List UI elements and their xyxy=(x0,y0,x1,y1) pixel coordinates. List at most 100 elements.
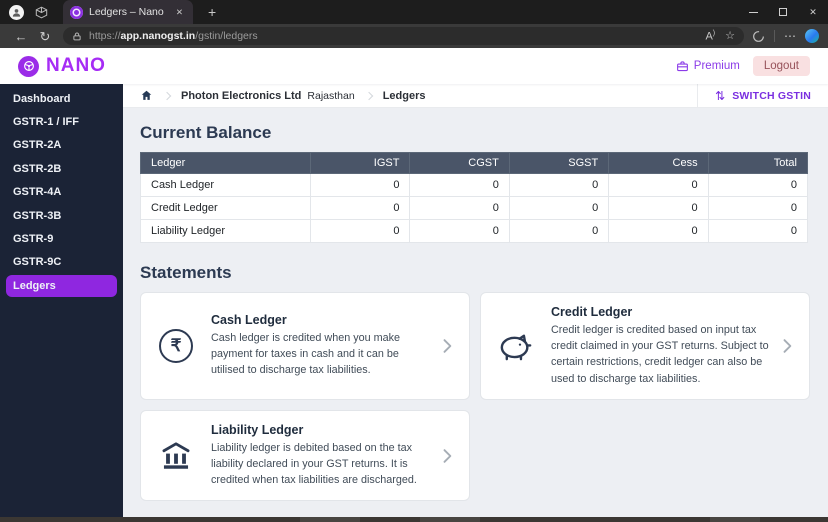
site-favicon-icon xyxy=(70,5,83,19)
sidebar-item-dashboard[interactable]: Dashboard xyxy=(0,87,123,110)
statement-cards: ₹ Cash Ledger Cash ledger is credited wh… xyxy=(140,292,810,502)
url-path: /gstin/ledgers xyxy=(195,30,258,42)
sidebar: Dashboard GSTR-1 / IFF GSTR-2A GSTR-2B G… xyxy=(0,84,123,517)
rupee-circle-icon: ₹ xyxy=(155,328,197,363)
content-area: Photon Electronics Ltd Rajasthan Ledgers… xyxy=(123,84,828,517)
switch-gstin-button[interactable]: ⇅ SWITCH GSTIN xyxy=(697,84,828,107)
liability-ledger-card[interactable]: Liability Ledger Liability ledger is deb… xyxy=(140,409,470,502)
table-header-row: Ledger IGST CGST SGST Cess Total xyxy=(139,152,809,174)
cell-sgst: 0 xyxy=(508,173,610,197)
sidebar-item-gstr4a[interactable]: GSTR-4A xyxy=(0,181,123,204)
cell-cess: 0 xyxy=(608,173,709,197)
taskbar-segment xyxy=(300,517,360,522)
premium-link[interactable]: Premium xyxy=(676,60,740,73)
card-title: Cash Ledger xyxy=(211,313,287,328)
cell-cess: 0 xyxy=(608,219,709,243)
logout-button[interactable]: Logout xyxy=(752,56,810,76)
card-body: Credit Ledger Credit ledger is credited … xyxy=(551,305,777,387)
card-description: Credit ledger is credited based on input… xyxy=(551,324,769,385)
sidebar-item-ledgers[interactable]: Ledgers xyxy=(6,275,117,298)
breadcrumb: Photon Electronics Ltd Rajasthan Ledgers… xyxy=(123,84,828,108)
tab-title: Ledgers – Nano xyxy=(89,6,164,18)
toolbar-divider xyxy=(774,30,775,42)
current-balance-title: Current Balance xyxy=(140,123,272,142)
table-row: Cash Ledger 0 0 0 0 0 xyxy=(139,173,809,197)
sidebar-item-gstr9c[interactable]: GSTR-9C xyxy=(0,251,123,274)
cell-cgst: 0 xyxy=(409,219,510,243)
credit-ledger-card[interactable]: Credit Ledger Credit ledger is credited … xyxy=(480,292,810,400)
col-igst: IGST xyxy=(310,152,411,174)
new-tab-button[interactable]: + xyxy=(203,3,221,21)
home-icon[interactable] xyxy=(140,89,153,102)
sidebar-item-gstr2b[interactable]: GSTR-2B xyxy=(0,157,123,180)
briefcase-icon xyxy=(676,60,688,71)
card-description: Liability ledger is debited based on the… xyxy=(211,441,417,487)
sidebar-item-gstr1-iff[interactable]: GSTR-1 / IFF xyxy=(0,110,123,133)
lock-icon xyxy=(72,31,82,42)
sidebar-item-gstr9[interactable]: GSTR-9 xyxy=(0,227,123,250)
url-domain: app.nanogst.in xyxy=(120,30,196,42)
table-row: Liability Ledger 0 0 0 0 0 xyxy=(139,219,809,243)
switch-gstin-label: SWITCH GSTIN xyxy=(732,89,811,102)
cell-cess: 0 xyxy=(608,196,709,220)
col-cgst: CGST xyxy=(409,152,510,174)
browser-profile-avatar-icon[interactable] xyxy=(9,4,24,20)
premium-label: Premium xyxy=(693,60,740,72)
col-ledger: Ledger xyxy=(139,152,312,174)
breadcrumb-current-page: Ledgers xyxy=(382,89,426,102)
cell-sgst: 0 xyxy=(508,196,610,220)
col-cess: Cess xyxy=(608,152,709,174)
workspaces-icon[interactable] xyxy=(35,6,48,19)
reload-icon[interactable]: ↻ xyxy=(33,30,57,43)
url-protocol: https:// xyxy=(89,30,121,42)
cell-igst: 0 xyxy=(310,219,411,243)
favorite-star-icon[interactable]: ☆ xyxy=(725,30,735,42)
cash-ledger-card[interactable]: ₹ Cash Ledger Cash ledger is credited wh… xyxy=(140,292,470,400)
breadcrumb-company: Photon Electronics Ltd xyxy=(181,89,302,102)
settings-menu-icon[interactable]: ⋯ xyxy=(784,30,796,42)
statements-title: Statements xyxy=(140,263,232,282)
browser-tab-strip: Ledgers – Nano ✕ + ✕ xyxy=(0,0,828,24)
up-down-arrows-icon: ⇅ xyxy=(715,88,726,103)
sidebar-item-gstr3b[interactable]: GSTR-3B xyxy=(0,204,123,227)
browser-tab[interactable]: Ledgers – Nano ✕ xyxy=(63,0,193,24)
extension-icon[interactable] xyxy=(752,30,765,43)
address-bar[interactable]: https://app.nanogst.in/gstin/ledgers A) … xyxy=(63,27,744,45)
person-icon xyxy=(12,8,21,17)
chevron-right-icon[interactable] xyxy=(437,336,457,356)
read-aloud-icon[interactable]: A) xyxy=(705,30,715,43)
bank-building-icon xyxy=(155,439,197,473)
card-description: Cash ledger is credited when you make pa… xyxy=(211,332,401,377)
header-actions: Premium Logout xyxy=(676,56,810,76)
chevron-right-icon[interactable] xyxy=(777,336,797,356)
card-title: Credit Ledger xyxy=(551,305,633,319)
browser-window: Ledgers – Nano ✕ + ✕ ← ↻ https://app.nan… xyxy=(0,0,828,522)
back-icon[interactable]: ← xyxy=(9,30,33,43)
cell-total: 0 xyxy=(707,196,809,220)
taskbar-segment xyxy=(710,517,760,522)
card-body: Liability Ledger Liability ledger is deb… xyxy=(211,423,437,489)
cell-igst: 0 xyxy=(310,196,411,220)
card-body: Cash Ledger Cash ledger is credited when… xyxy=(211,313,437,379)
window-controls: ✕ xyxy=(738,0,828,24)
current-balance-table: Ledger IGST CGST SGST Cess Total Cash Le… xyxy=(139,152,809,243)
table-row: Credit Ledger 0 0 0 0 0 xyxy=(139,196,809,220)
breadcrumb-separator-icon xyxy=(162,91,172,100)
chevron-right-icon[interactable] xyxy=(437,446,457,466)
maximize-button[interactable] xyxy=(768,0,798,24)
cell-total: 0 xyxy=(707,173,809,197)
copilot-icon[interactable] xyxy=(805,29,819,43)
minimize-button[interactable] xyxy=(738,0,768,24)
nano-logo[interactable]: NANO xyxy=(18,55,106,77)
sidebar-item-gstr2a[interactable]: GSTR-2A xyxy=(0,134,123,157)
nano-logo-icon xyxy=(18,55,39,77)
taskbar-segment xyxy=(420,517,480,522)
cell-total: 0 xyxy=(707,219,809,243)
cell-sgst: 0 xyxy=(508,219,610,243)
cell-ledger-name: Cash Ledger xyxy=(139,173,312,197)
window-close-button[interactable]: ✕ xyxy=(798,0,828,24)
breadcrumb-state: Rajasthan xyxy=(307,89,355,102)
col-sgst: SGST xyxy=(508,152,610,174)
cell-ledger-name: Credit Ledger xyxy=(139,196,312,220)
tab-close-icon[interactable]: ✕ xyxy=(173,5,186,20)
